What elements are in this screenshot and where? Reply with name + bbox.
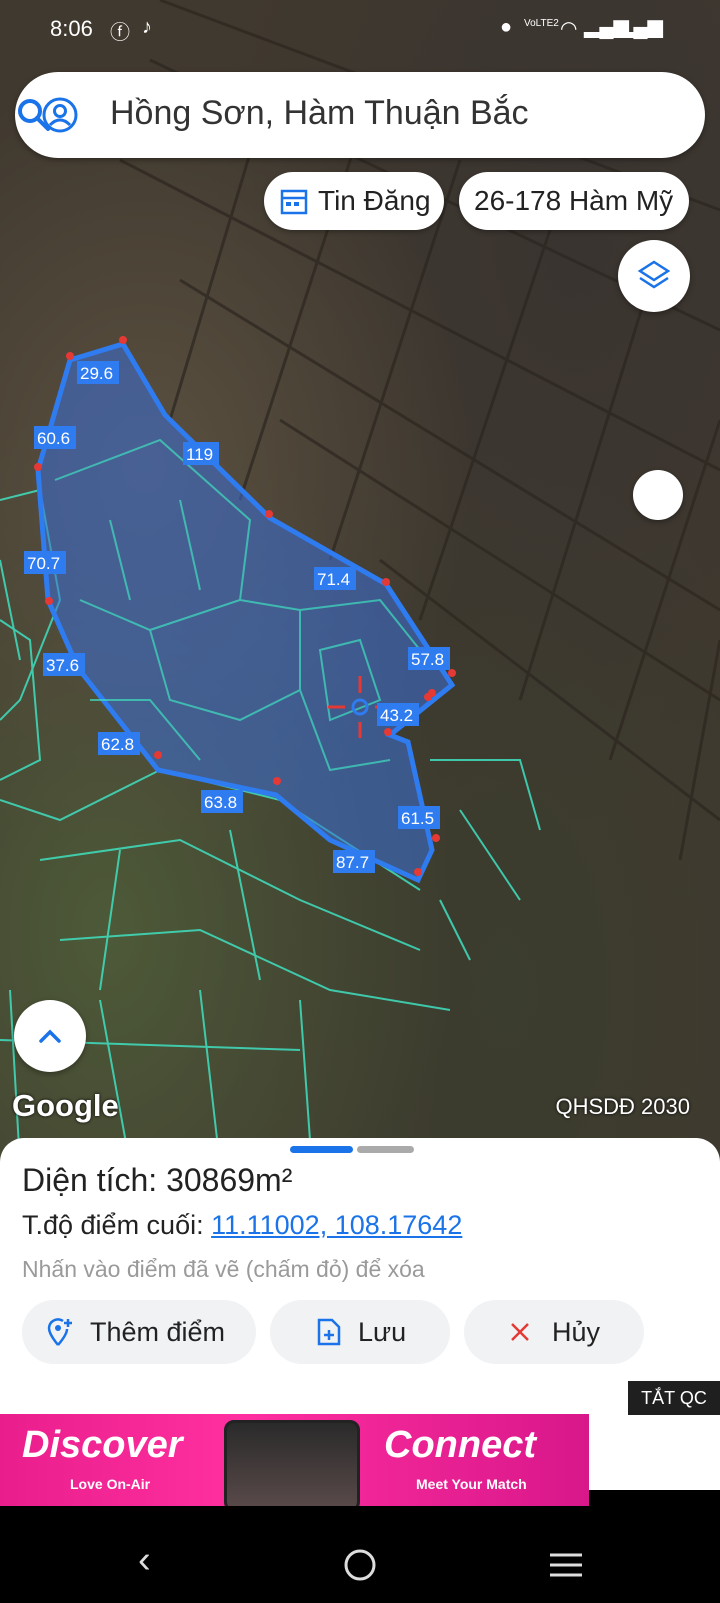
satellite-map[interactable]: 29.6 119 60.6 70.7 71.4 57.8 43.2 37.6 6…: [0, 0, 720, 1165]
edge-label: 60.6: [37, 429, 70, 448]
edge-label: 62.8: [101, 735, 134, 754]
add-point-button[interactable]: Thêm điểm: [22, 1300, 256, 1364]
tiktok-icon: ♪: [142, 16, 152, 38]
plan-layer-label: QHSDĐ 2030: [555, 1094, 690, 1119]
ad-tagline-left: Love On-Air: [70, 1476, 151, 1492]
edge-label: 37.6: [46, 656, 79, 675]
edge-label: 119: [186, 445, 213, 464]
tin-dang-chip[interactable]: Tin Đăng: [264, 172, 444, 230]
ad-headline-left: Discover: [22, 1424, 183, 1466]
clock: 8:06: [50, 16, 93, 41]
save-label: Lưu: [358, 1317, 407, 1347]
endpoint-label: T.độ điểm cuối:: [22, 1210, 212, 1240]
edge-label: 87.7: [336, 853, 369, 872]
page-indicator[interactable]: [357, 1146, 414, 1153]
menu-icon[interactable]: [548, 1551, 584, 1579]
layers-button[interactable]: [618, 240, 690, 312]
ad-phone-image: [224, 1420, 360, 1506]
page-indicator-active[interactable]: [290, 1146, 353, 1153]
edge-label: 71.4: [317, 570, 350, 589]
edge-label: 63.8: [204, 793, 237, 812]
search-icon[interactable]: [15, 96, 53, 134]
status-bar: 8:06 ⓕ ♪ ● VoLTE2 ◠ ▂▄▆ ▂▄▆ ▮: [0, 0, 720, 58]
add-point-label: Thêm điểm: [90, 1317, 226, 1347]
floating-dot-button[interactable]: [633, 470, 683, 520]
address-label: 26-178 Hàm Mỹ: [474, 185, 674, 216]
address-chip[interactable]: 26-178 Hàm Mỹ: [459, 172, 689, 230]
expand-sheet-button[interactable]: [14, 1000, 86, 1072]
edge-label: 70.7: [27, 554, 60, 573]
endpoint-coords-link[interactable]: 11.11002, 108.17642: [211, 1210, 462, 1240]
cancel-label: Hủy: [552, 1317, 601, 1347]
save-button[interactable]: Lưu: [270, 1300, 450, 1364]
new-file-icon: [317, 1318, 341, 1346]
google-logo: Google: [12, 1088, 119, 1123]
battery-icon: ▮: [648, 18, 660, 40]
edge-label: 57.8: [411, 650, 444, 669]
edge-label: 43.2: [380, 706, 413, 725]
location-icon: ●: [500, 16, 513, 38]
area-text: Diện tích: 30869m²: [22, 1162, 293, 1198]
edge-label: 61.5: [401, 809, 434, 828]
search-bar[interactable]: Hồng Sơn, Hàm Thuận Bắc: [15, 72, 705, 158]
close-icon: [511, 1323, 529, 1341]
facebook-icon: ⓕ: [110, 22, 130, 44]
hint-text: Nhấn vào điểm đã vẽ (chấm đỏ) để xóa: [22, 1256, 425, 1282]
lte-icon: VoLTE2: [524, 18, 559, 29]
search-query[interactable]: Hồng Sơn, Hàm Thuận Bắc: [110, 94, 529, 133]
back-icon[interactable]: ‹: [138, 1539, 151, 1582]
endpoint-row: T.độ điểm cuối: 11.11002, 108.17642: [22, 1210, 462, 1241]
ad-banner[interactable]: Discover Love On-Air Connect Meet Your M…: [0, 1414, 589, 1506]
calendar-icon: [280, 189, 308, 215]
layers-icon: [637, 260, 671, 289]
chevron-up-icon: [39, 1029, 61, 1043]
home-icon[interactable]: [342, 1547, 378, 1583]
system-nav-bar: ‹: [0, 1527, 720, 1603]
edge-label: 29.6: [80, 364, 113, 383]
wifi-icon: ◠: [560, 18, 578, 40]
cancel-button[interactable]: Hủy: [464, 1300, 644, 1364]
add-location-icon: [47, 1318, 72, 1346]
ad-tagline-right: Meet Your Match: [416, 1476, 527, 1492]
tin-dang-label: Tin Đăng: [318, 185, 431, 216]
ad-headline-right: Connect: [384, 1424, 536, 1466]
close-ad-button[interactable]: TẮT QC: [628, 1381, 720, 1415]
